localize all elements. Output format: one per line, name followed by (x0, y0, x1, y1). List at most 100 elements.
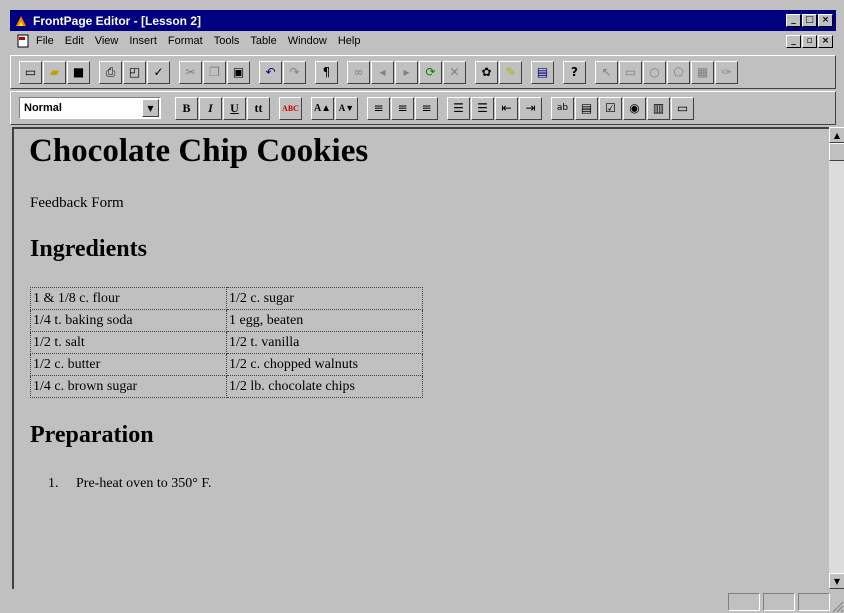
webbot-button[interactable]: ✿ (475, 60, 498, 84)
print-button[interactable]: ⎙ (99, 60, 122, 84)
refresh-button[interactable]: ⟳ (419, 60, 442, 84)
polygon-button[interactable]: ⬠ (667, 60, 690, 84)
menu-help[interactable]: Help (338, 35, 361, 47)
ingredients-heading[interactable]: Ingredients (30, 236, 147, 263)
frontpage-app-icon[interactable] (14, 14, 28, 28)
align-left-button[interactable]: ≡ (367, 96, 390, 120)
forward-button[interactable]: ▸ (395, 60, 418, 84)
vertical-scrollbar[interactable]: ▲ ▼ (829, 127, 844, 589)
table-cell[interactable]: 1/2 c. chopped walnuts (226, 353, 423, 376)
decrease-indent-button[interactable]: ⇤ (495, 96, 518, 120)
doc-close-button[interactable]: × (818, 34, 833, 48)
style-dropdown[interactable]: Normal ▼ (19, 97, 161, 119)
menu-edit[interactable]: Edit (65, 35, 84, 47)
radio-button-button[interactable]: ◉ (623, 96, 646, 120)
table-cell[interactable]: 1/4 t. baking soda (30, 309, 227, 332)
menu-view[interactable]: View (95, 35, 119, 47)
undo-button[interactable]: ↶ (259, 60, 282, 84)
back-button[interactable]: ◂ (371, 60, 394, 84)
open-button[interactable]: ▰ (43, 60, 66, 84)
new-button[interactable]: ▭ (19, 60, 42, 84)
list-item[interactable]: 1. Pre-heat oven to 350° F. (48, 476, 212, 492)
table-cell[interactable]: 1 egg, beaten (226, 309, 423, 332)
feedback-form-text[interactable]: Feedback Form (30, 195, 124, 212)
italic-icon: I (208, 100, 213, 115)
numbered-list-button[interactable]: ☰ (447, 96, 470, 120)
doc-minimize-button[interactable]: _ (786, 34, 801, 48)
table-cell[interactable]: 1/2 c. sugar (226, 287, 423, 310)
rectangle-icon: ▭ (624, 65, 637, 79)
push-button-icon: ▭ (676, 101, 689, 115)
scrolling-textbox-button[interactable]: ▤ (575, 96, 598, 120)
doc-restore-button[interactable]: ▫ (802, 34, 817, 48)
resize-grip-icon[interactable] (830, 599, 844, 613)
minimize-button[interactable]: _ (786, 14, 801, 27)
checkbox-button[interactable]: ☑ (599, 96, 622, 120)
italic-button[interactable]: I (199, 96, 222, 120)
chevron-down-icon[interactable]: ▼ (142, 99, 159, 117)
highlight-hotspots-button[interactable]: ▦ (691, 60, 714, 84)
table-cell[interactable]: 1/2 lb. chocolate chips (226, 375, 423, 398)
separator (439, 97, 447, 119)
hyperlink-button[interactable]: ∞ (347, 60, 370, 84)
increase-text-size-button[interactable]: A▲ (311, 96, 334, 120)
stop-button[interactable]: ✕ (443, 60, 466, 84)
decrease-indent-icon: ⇤ (501, 101, 512, 115)
cut-button[interactable]: ✂ (179, 60, 202, 84)
align-right-button[interactable]: ≡ (415, 96, 438, 120)
scrolling-textbox-icon: ▤ (580, 101, 593, 115)
preparation-heading[interactable]: Preparation (30, 422, 154, 449)
document-content[interactable]: Chocolate Chip Cookies Feedback Form Ing… (28, 129, 829, 589)
menu-window[interactable]: Window (288, 35, 327, 47)
one-line-textbox-button[interactable]: ab (551, 96, 574, 120)
dropdown-menu-icon: ▥ (652, 101, 665, 115)
close-button[interactable]: × (818, 14, 833, 27)
rectangle-button[interactable]: ▭ (619, 60, 642, 84)
document-icon[interactable] (16, 34, 30, 48)
underline-button[interactable]: U (223, 96, 246, 120)
table-cell[interactable]: 1/2 t. salt (30, 331, 227, 354)
table-cell[interactable]: 1/4 c. brown sugar (30, 375, 227, 398)
menu-tools[interactable]: Tools (214, 35, 240, 47)
dropdown-menu-button[interactable]: ▥ (647, 96, 670, 120)
scroll-down-button[interactable]: ▼ (829, 573, 844, 589)
menu-file[interactable]: File (36, 35, 54, 47)
decrease-text-size-button[interactable]: A▼ (335, 96, 358, 120)
maximize-button[interactable]: □ (802, 14, 817, 27)
align-center-button[interactable]: ≡ (391, 96, 414, 120)
push-button-button[interactable]: ▭ (671, 96, 694, 120)
scroll-thumb[interactable] (829, 143, 844, 161)
text-color-button[interactable]: ABC (279, 96, 302, 120)
spelling-button[interactable]: ✓ (147, 60, 170, 84)
print-preview-button[interactable]: ◰ (123, 60, 146, 84)
show-paragraph-button[interactable]: ¶ (315, 60, 338, 84)
menu-format[interactable]: Format (168, 35, 203, 47)
fixed-width-button[interactable]: tt (247, 96, 270, 120)
show-explorer-button[interactable]: ▤ (531, 60, 554, 84)
ingredients-table[interactable]: 1 & 1/8 c. flour 1/2 c. sugar 1/4 t. bak… (30, 287, 423, 398)
help-icon: ? (571, 65, 578, 79)
table-cell[interactable]: 1/2 t. vanilla (226, 331, 423, 354)
menu-insert[interactable]: Insert (129, 35, 157, 47)
table-cell[interactable]: 1/2 c. butter (30, 353, 227, 376)
title-bar[interactable]: FrontPage Editor - [Lesson 2] _ □ × (10, 10, 836, 31)
highlight-button[interactable]: ✎ (499, 60, 522, 84)
list-item-text[interactable]: Pre-heat oven to 350° F. (76, 476, 212, 492)
make-transparent-button[interactable]: ✑ (715, 60, 738, 84)
scroll-up-button[interactable]: ▲ (829, 127, 844, 143)
redo-button[interactable]: ↷ (283, 60, 306, 84)
bold-button[interactable]: B (175, 96, 198, 120)
save-button[interactable]: ■ (67, 60, 90, 84)
increase-indent-button[interactable]: ⇥ (519, 96, 542, 120)
circle-button[interactable]: ○ (643, 60, 666, 84)
document-editing-area[interactable]: Chocolate Chip Cookies Feedback Form Ing… (12, 127, 829, 589)
copy-button[interactable]: ❐ (203, 60, 226, 84)
menu-table[interactable]: Table (250, 35, 276, 47)
pointer-button[interactable]: ↖ (595, 60, 618, 84)
help-button[interactable]: ? (563, 60, 586, 84)
paste-button[interactable]: ▣ (227, 60, 250, 84)
bulleted-list-button[interactable]: ☰ (471, 96, 494, 120)
table-cell[interactable]: 1 & 1/8 c. flour (30, 287, 227, 310)
page-heading[interactable]: Chocolate Chip Cookies (29, 133, 368, 170)
separator (303, 97, 311, 119)
